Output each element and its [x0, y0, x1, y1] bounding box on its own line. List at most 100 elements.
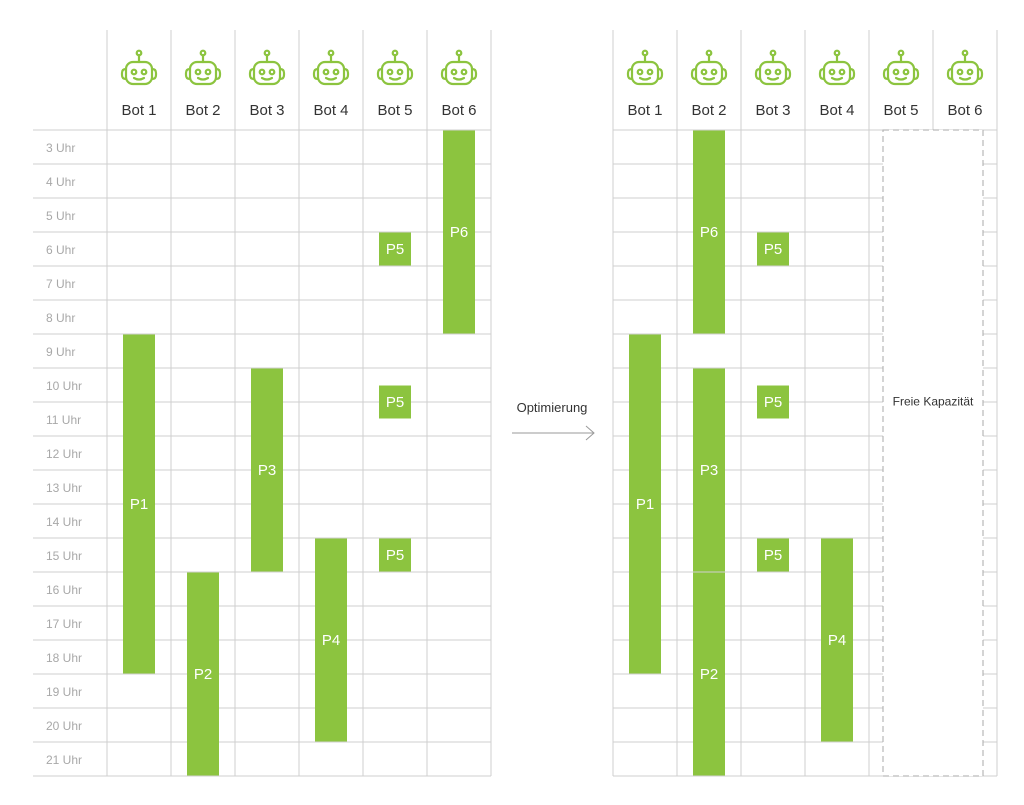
bot-header: Bot 6: [946, 49, 984, 119]
hour-label: 14 Uhr: [46, 515, 82, 529]
robot-antenna-tip: [391, 49, 399, 57]
task-bar-p5: P5: [379, 232, 411, 266]
robot-mouth: [638, 76, 652, 81]
hour-label: 9 Uhr: [46, 345, 75, 359]
robot-eye: [646, 68, 654, 76]
robot-eye: [460, 68, 468, 76]
robot-icon: [754, 49, 792, 86]
free-capacity-label: Freie Kapazität: [893, 394, 974, 408]
robot-eye: [386, 68, 394, 76]
robot-antenna-tip: [641, 49, 649, 57]
hour-label: 16 Uhr: [46, 583, 82, 597]
bot-header: Bot 2: [690, 49, 728, 119]
hour-label: 15 Uhr: [46, 549, 82, 563]
robot-eye: [902, 68, 910, 76]
robot-eye: [774, 68, 782, 76]
bot-label: Bot 4: [819, 102, 854, 119]
robot-eye: [194, 68, 202, 76]
task-label: P1: [636, 496, 654, 513]
task-label: P5: [386, 394, 404, 411]
task-label: P1: [130, 496, 148, 513]
hour-label: 8 Uhr: [46, 311, 75, 325]
robot-head: [886, 60, 916, 86]
bot-header: Bot 4: [818, 49, 856, 119]
hour-label: 4 Uhr: [46, 175, 75, 189]
robot-icon: [120, 49, 158, 86]
bot-label: Bot 3: [249, 102, 284, 119]
robot-icon: [882, 49, 920, 86]
robot-mouth: [894, 76, 908, 81]
hour-label: 3 Uhr: [46, 141, 75, 155]
robot-mouth: [452, 76, 466, 81]
robot-mouth: [260, 76, 274, 81]
hour-label: 7 Uhr: [46, 277, 75, 291]
hour-label: 13 Uhr: [46, 481, 82, 495]
robot-mouth: [324, 76, 338, 81]
robot-mouth: [196, 76, 210, 81]
robot-head: [950, 60, 980, 86]
robot-head: [188, 60, 218, 86]
task-label: P5: [386, 241, 404, 258]
robot-eye: [332, 68, 340, 76]
task-label: P4: [322, 632, 340, 649]
task-label: P2: [194, 666, 212, 683]
task-bar-p5: P5: [379, 538, 411, 572]
bot-header: Bot 1: [626, 49, 664, 119]
robot-eye: [764, 68, 772, 76]
robot-eye: [956, 68, 964, 76]
robot-eye: [636, 68, 644, 76]
bot-label: Bot 5: [377, 102, 412, 119]
task-label: P5: [386, 547, 404, 564]
robot-antenna-tip: [705, 49, 713, 57]
robot-icon: [248, 49, 286, 86]
bot-header: Bot 3: [248, 49, 286, 119]
robot-icon: [440, 49, 478, 86]
task-bar-p1: P1: [629, 334, 661, 674]
robot-head: [252, 60, 282, 86]
task-bar-p6: P6: [693, 130, 725, 334]
robot-eye: [268, 68, 276, 76]
bot-label: Bot 2: [691, 102, 726, 119]
robot-antenna-tip: [897, 49, 905, 57]
robot-head: [694, 60, 724, 86]
robot-icon: [626, 49, 664, 86]
robot-antenna-tip: [199, 49, 207, 57]
robot-eye: [450, 68, 458, 76]
bot-header: Bot 5: [882, 49, 920, 119]
task-bar-p4: P4: [821, 538, 853, 742]
bot-label: Bot 5: [883, 102, 918, 119]
bot-label: Bot 3: [755, 102, 790, 119]
robot-icon: [818, 49, 856, 86]
optimization-arrow: Optimierung: [512, 400, 595, 441]
task-bar-p3: P3: [693, 368, 725, 572]
robot-mouth: [766, 76, 780, 81]
robot-eye: [700, 68, 708, 76]
task-label: P5: [764, 547, 782, 564]
task-label: P3: [700, 462, 718, 479]
hour-label: 17 Uhr: [46, 617, 82, 631]
task-bar-p3: P3: [251, 368, 283, 572]
task-label: P6: [450, 224, 468, 241]
robot-antenna-tip: [135, 49, 143, 57]
task-label: P5: [764, 241, 782, 258]
task-bar-p5: P5: [757, 232, 789, 266]
task-bar-p5: P5: [757, 538, 789, 572]
robot-mouth: [958, 76, 972, 81]
robot-eye: [966, 68, 974, 76]
arrow-label: Optimierung: [517, 400, 588, 415]
robot-mouth: [830, 76, 844, 81]
task-label: P5: [764, 394, 782, 411]
bot-header: Bot 2: [184, 49, 222, 119]
bot-label: Bot 1: [627, 102, 662, 119]
robot-eye: [258, 68, 266, 76]
robot-icon: [312, 49, 350, 86]
robot-eye: [140, 68, 148, 76]
robot-eye: [396, 68, 404, 76]
before-schedule: 3 Uhr 4 Uhr 5 Uhr 6 Uhr 7 Uhr 8 Uhr 9 Uhr 10 Uh…: [33, 30, 492, 777]
robot-mouth: [132, 76, 146, 81]
robot-antenna-tip: [327, 49, 335, 57]
bot-header: Bot 5: [376, 49, 414, 119]
hour-label: 18 Uhr: [46, 651, 82, 665]
robot-mouth: [702, 76, 716, 81]
task-label: P6: [700, 224, 718, 241]
